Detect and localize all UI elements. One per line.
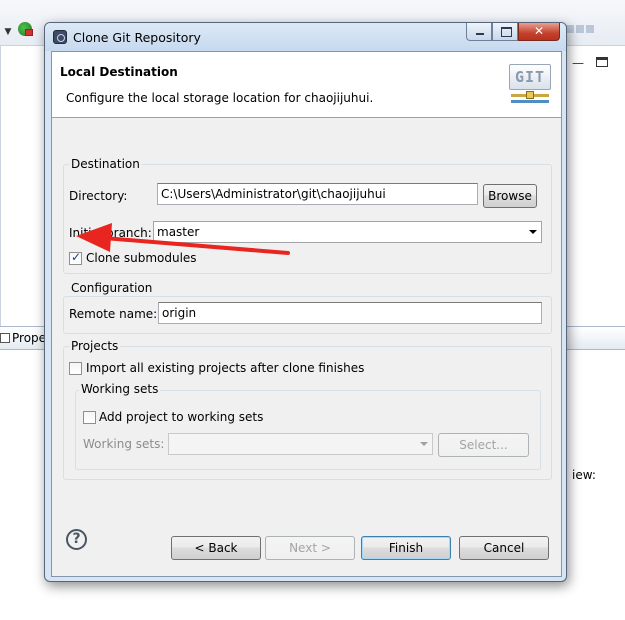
wizard-banner: Local Destination Configure the local st… (52, 52, 561, 118)
git-logo-bar-blue (511, 100, 549, 103)
eclipse-icon (53, 30, 67, 44)
maximize-view-icon[interactable] (595, 57, 608, 67)
help-icon[interactable]: ? (66, 529, 87, 550)
close-icon: ✕ (533, 24, 545, 38)
browse-button[interactable]: Browse (483, 184, 537, 208)
git-logo-knob (526, 91, 534, 99)
finish-button[interactable]: Finish (361, 536, 451, 560)
initial-branch-value: master (157, 225, 200, 239)
back-button[interactable]: < Back (171, 536, 261, 560)
next-button[interactable]: Next > (265, 536, 355, 560)
properties-icon (0, 333, 10, 343)
working-sets-group-label: Working sets (79, 382, 161, 396)
maximize-button[interactable] (492, 23, 518, 41)
minimize-view-icon[interactable]: — (572, 56, 584, 70)
configuration-group-label: Configuration (69, 281, 155, 295)
remote-name-input[interactable]: origin (158, 302, 542, 324)
add-to-working-sets-checkbox[interactable] (83, 411, 96, 424)
clone-git-repository-dialog: Clone Git Repository ✕ Local Destination… (44, 22, 567, 582)
background-view-text: iew: (572, 468, 596, 482)
initial-branch-select[interactable]: master (153, 221, 542, 243)
import-projects-label[interactable]: Import all existing projects after clone… (86, 361, 364, 375)
select-working-sets-button[interactable]: Select... (438, 433, 529, 457)
working-sets-label: Working sets: (83, 437, 165, 451)
remote-name-label: Remote name: (69, 307, 158, 321)
toolbar-grid-icons (566, 22, 606, 34)
dialog-titlebar[interactable]: Clone Git Repository ✕ (45, 23, 566, 51)
chevron-down-icon[interactable] (415, 434, 432, 454)
clone-submodules-label[interactable]: Clone submodules (86, 251, 197, 265)
dialog-title: Clone Git Repository (73, 30, 201, 45)
directory-label: Directory: (69, 189, 128, 203)
git-logo-icon: GIT (509, 64, 553, 108)
run-badge-icon (25, 29, 33, 36)
page-description: Configure the local storage location for… (66, 91, 374, 105)
chevron-down-icon[interactable] (524, 222, 541, 242)
dialog-client: Local Destination Configure the local st… (51, 51, 562, 577)
close-button[interactable]: ✕ (518, 23, 560, 41)
git-logo-text: GIT (509, 64, 551, 90)
clone-submodules-checkbox[interactable] (69, 250, 82, 265)
working-sets-select[interactable] (168, 433, 433, 455)
projects-group-label: Projects (69, 339, 121, 353)
cancel-button[interactable]: Cancel (459, 536, 549, 560)
add-to-working-sets-label[interactable]: Add project to working sets (99, 410, 263, 424)
page-title: Local Destination (60, 65, 178, 79)
view-controls: — (572, 56, 616, 70)
working-sets-group (75, 390, 541, 470)
minimize-button[interactable] (466, 23, 492, 41)
window-buttons: ✕ (466, 23, 560, 43)
initial-branch-label: Initial branch: (69, 226, 152, 240)
tab-properties[interactable]: Prope (12, 331, 46, 345)
directory-input[interactable]: C:\Users\Administrator\git\chaojijuhui (157, 183, 478, 205)
dropdown-arrow-icon[interactable]: ▼ (0, 24, 16, 40)
import-projects-checkbox[interactable] (69, 362, 82, 375)
destination-group-label: Destination (69, 157, 142, 171)
